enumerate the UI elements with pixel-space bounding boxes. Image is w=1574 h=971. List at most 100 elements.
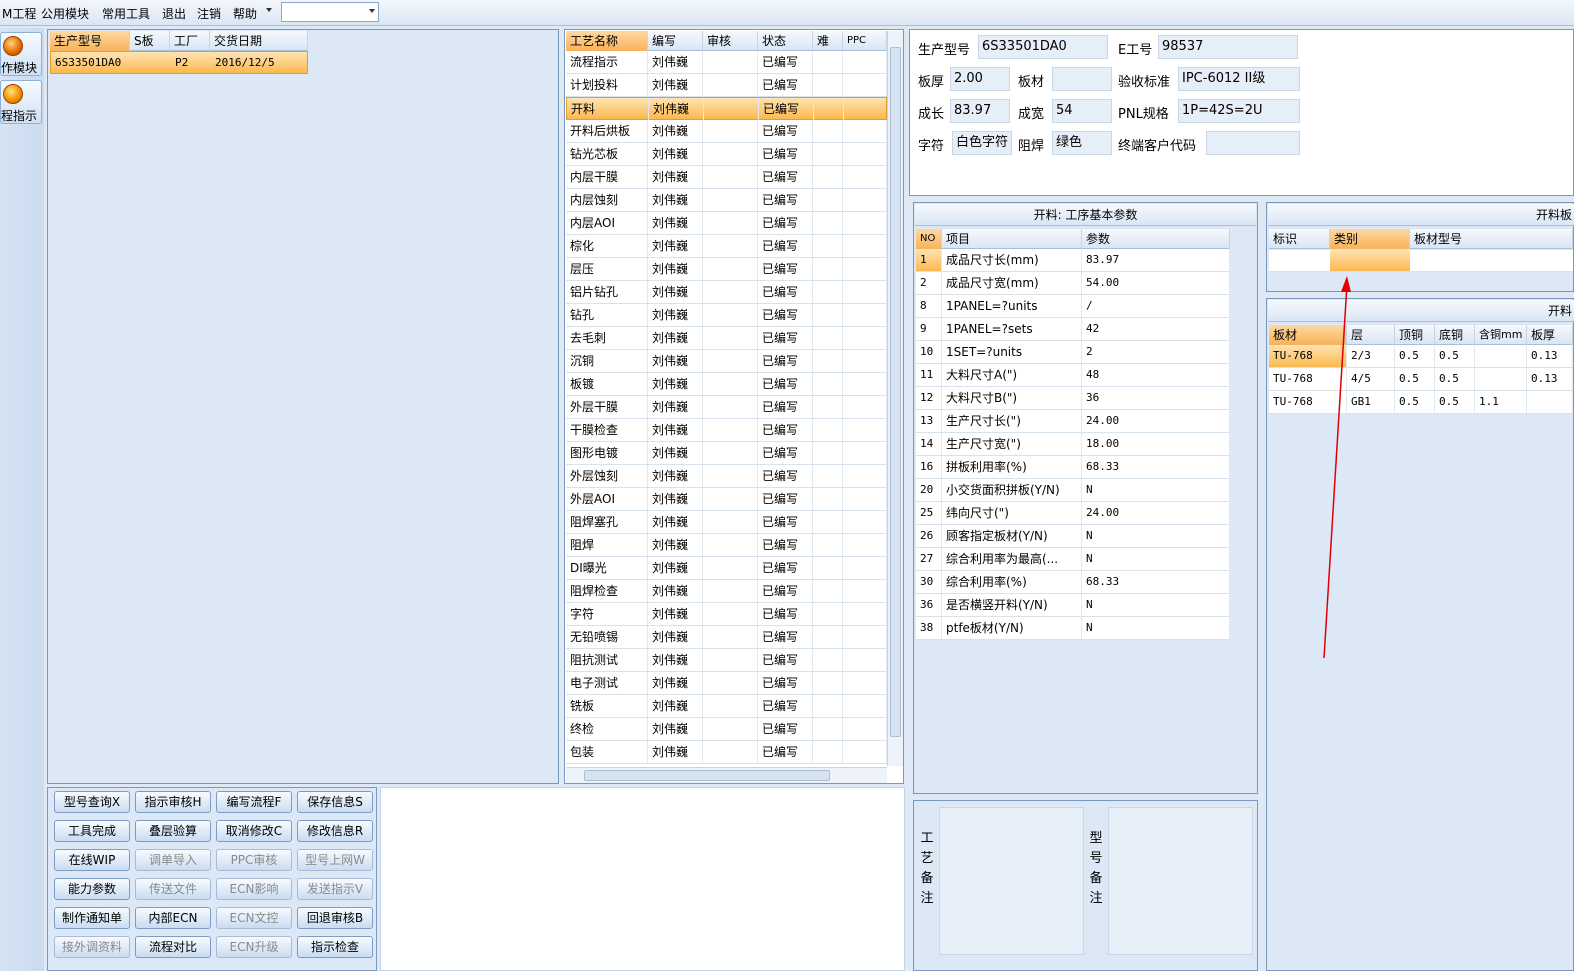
action-button[interactable]: 调单导入 [135,849,211,871]
board-layers-col-header[interactable]: 板厚 [1527,325,1573,345]
info-value[interactable] [1052,67,1112,91]
process-row[interactable]: 铝片钻孔 刘伟巍 已编写 [566,281,887,304]
scroll-thumb[interactable] [890,47,901,737]
menu-item[interactable]: 退出 [162,5,186,22]
process-memo-field[interactable] [939,807,1084,955]
process-row[interactable]: 包装 刘伟巍 已编写 [566,741,887,764]
action-button[interactable]: 能力参数 [54,878,130,900]
process-row[interactable]: 外层干膜 刘伟巍 已编写 [566,396,887,419]
hscroll-thumb[interactable] [584,770,830,781]
process-row[interactable]: 开料后烘板 刘伟巍 已编写 [566,120,887,143]
info-value[interactable]: 绿色 [1052,131,1112,155]
action-button[interactable]: 编写流程F [216,791,292,813]
menu-item[interactable]: 帮助 [233,5,257,22]
order-row[interactable]: 6S33501DA0 P2 2016/12/5 [50,51,308,74]
params-row[interactable]: 38 ptfe板材(Y/N) N [916,617,1230,640]
params-col-header[interactable]: 项目 [942,229,1082,249]
chevron-down-icon[interactable] [266,8,272,12]
params-row[interactable]: 2 成品尺寸宽(mm) 54.00 [916,272,1230,295]
params-row[interactable]: 14 生产尺寸宽(") 18.00 [916,433,1230,456]
process-col-header[interactable]: 审核 [703,31,758,51]
process-row[interactable]: 终检 刘伟巍 已编写 [566,718,887,741]
process-col-header[interactable]: 难 [813,31,843,51]
board-type-row[interactable] [1269,250,1573,272]
process-row[interactable]: 图形电镀 刘伟巍 已编写 [566,442,887,465]
action-button[interactable]: 内部ECN [135,907,211,929]
info-value[interactable]: IPC-6012 II级 [1178,67,1300,91]
process-row[interactable]: 内层AOI 刘伟巍 已编写 [566,212,887,235]
order-col-header[interactable]: 工厂 [170,31,210,51]
process-row[interactable]: 棕化 刘伟巍 已编写 [566,235,887,258]
process-row[interactable]: 阻焊塞孔 刘伟巍 已编写 [566,511,887,534]
action-button[interactable]: 制作通知单 [54,907,130,929]
process-row[interactable]: 钻光芯板 刘伟巍 已编写 [566,143,887,166]
action-button[interactable]: 流程对比 [135,936,211,958]
params-row[interactable]: 26 顾客指定板材(Y/N) N [916,525,1230,548]
process-row[interactable]: 铣板 刘伟巍 已编写 [566,695,887,718]
process-row[interactable]: 外层AOI 刘伟巍 已编写 [566,488,887,511]
action-button[interactable]: 型号上网W [297,849,373,871]
action-button[interactable]: 取消修改C [216,820,292,842]
process-row[interactable]: 无铅喷锡 刘伟巍 已编写 [566,626,887,649]
board-layers-col-header[interactable]: 底铜 [1435,325,1475,345]
order-col-header[interactable]: 生产型号 [50,31,130,51]
process-col-header[interactable]: 状态 [758,31,813,51]
nav-button-instruction[interactable]: 程指示 [0,80,42,124]
menu-item[interactable]: 公用模块 [41,5,89,22]
action-button[interactable]: ECN影响 [216,878,292,900]
params-row[interactable]: 20 小交货面积拼板(Y/N) N [916,479,1230,502]
params-row[interactable]: 13 生产尺寸长(") 24.00 [916,410,1230,433]
info-value[interactable] [1206,131,1300,155]
order-col-header[interactable]: S板 [130,31,170,51]
process-row[interactable]: 字符 刘伟巍 已编写 [566,603,887,626]
action-button[interactable]: 修改信息R [297,820,373,842]
board-layers-col-header[interactable]: 顶铜 [1395,325,1435,345]
info-value[interactable]: 54 [1052,99,1112,123]
process-row[interactable]: 电子测试 刘伟巍 已编写 [566,672,887,695]
params-row[interactable]: 12 大料尺寸B(") 36 [916,387,1230,410]
action-button[interactable]: 指示检查 [297,936,373,958]
action-button[interactable]: 工具完成 [54,820,130,842]
params-row[interactable]: 30 综合利用率(%) 68.33 [916,571,1230,594]
params-row[interactable]: 36 是否横竖开料(Y/N) N [916,594,1230,617]
process-col-header[interactable]: 编写 [648,31,703,51]
process-row[interactable]: 内层干膜 刘伟巍 已编写 [566,166,887,189]
action-button[interactable]: ECN升级 [216,936,292,958]
params-row[interactable]: 9 1PANEL=?sets 42 [916,318,1230,341]
process-row[interactable]: 沉铜 刘伟巍 已编写 [566,350,887,373]
model-memo-field[interactable] [1108,807,1253,955]
process-vertical-scrollbar[interactable] [887,31,903,766]
process-row[interactable]: 阻抗测试 刘伟巍 已编写 [566,649,887,672]
action-button[interactable]: 叠层验算 [135,820,211,842]
process-row[interactable]: 层压 刘伟巍 已编写 [566,258,887,281]
action-button[interactable]: 回退审核B [297,907,373,929]
params-row[interactable]: 27 综合利用率为最高(... N [916,548,1230,571]
board-type-col-header[interactable]: 标识 [1269,229,1330,249]
action-button[interactable]: 指示审核H [135,791,211,813]
params-col-header[interactable]: 参数 [1082,229,1230,249]
toolbar-dropdown[interactable] [281,2,379,22]
process-row[interactable]: 阻焊 刘伟巍 已编写 [566,534,887,557]
process-row[interactable]: 钻孔 刘伟巍 已编写 [566,304,887,327]
process-row[interactable]: 计划投料 刘伟巍 已编写 [566,74,887,97]
menu-item[interactable]: M工程 [2,5,36,22]
process-col-header[interactable]: 工艺名称 [566,31,648,51]
selected-cell[interactable] [1330,250,1410,271]
nav-button-module[interactable]: 作模块 [0,32,42,76]
params-row[interactable]: 25 纬向尺寸(") 24.00 [916,502,1230,525]
action-button[interactable]: 型号查询X [54,791,130,813]
process-row[interactable]: 流程指示 刘伟巍 已编写 [566,51,887,74]
info-value[interactable]: 1P=42S=2U [1178,99,1300,123]
action-button[interactable]: PPC审核 [216,849,292,871]
board-layers-col-header[interactable]: 含铜mm [1475,325,1527,345]
process-row[interactable]: 板镀 刘伟巍 已编写 [566,373,887,396]
info-value[interactable]: 白色字符 [952,131,1012,155]
action-button[interactable]: 接外调资料 [54,936,130,958]
params-row[interactable]: 11 大料尺寸A(") 48 [916,364,1230,387]
params-col-header[interactable]: NO [916,229,942,249]
menu-item[interactable]: 常用工具 [102,5,150,22]
menu-item[interactable]: 注销 [197,5,221,22]
params-row[interactable]: 10 1SET=?units 2 [916,341,1230,364]
process-row[interactable]: 去毛刺 刘伟巍 已编写 [566,327,887,350]
process-row[interactable]: 干膜检查 刘伟巍 已编写 [566,419,887,442]
